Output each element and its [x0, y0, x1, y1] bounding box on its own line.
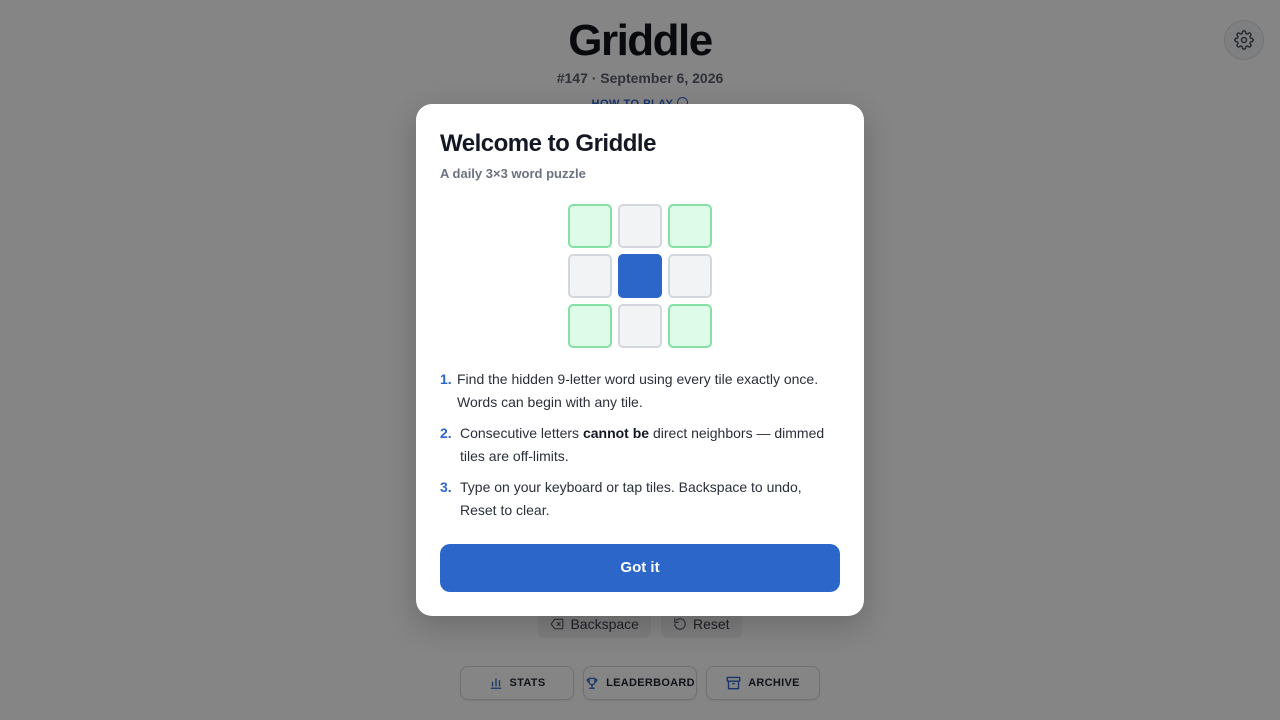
- welcome-modal: Welcome to Griddle A daily 3×3 word puzz…: [416, 104, 864, 616]
- instruction-item: 3. Type on your keyboard or tap tiles. B…: [440, 476, 840, 522]
- example-tile-available: [668, 204, 712, 248]
- instruction-item: 2. Consecutive letters cannot be direct …: [440, 422, 840, 468]
- example-tile-dimmed: [668, 254, 712, 298]
- example-tile-available: [568, 204, 612, 248]
- step-text: Find the hidden 9-letter word using ever…: [457, 371, 819, 410]
- step-text: Type on your keyboard or tap tiles. Back…: [460, 479, 802, 518]
- example-tile-dimmed: [618, 204, 662, 248]
- example-tile-available: [568, 304, 612, 348]
- step-number: 2.: [440, 425, 452, 441]
- step-number: 1.: [440, 371, 452, 387]
- got-it-button[interactable]: Got it: [440, 544, 840, 592]
- instructions-list: 1. Find the hidden 9-letter word using e…: [440, 368, 840, 530]
- example-grid: [568, 204, 712, 348]
- modal-title: Welcome to Griddle: [440, 130, 656, 157]
- emphasis-text: cannot be: [582, 425, 650, 441]
- example-tile-available: [668, 304, 712, 348]
- example-tile-selected: [618, 254, 662, 298]
- modal-subtitle: A daily 3×3 word puzzle: [440, 166, 586, 181]
- instruction-item: 1. Find the hidden 9-letter word using e…: [440, 368, 840, 414]
- step-text: Consecutive letters cannot be direct nei…: [460, 425, 825, 464]
- step-number: 3.: [440, 479, 452, 495]
- example-tile-dimmed: [568, 254, 612, 298]
- example-tile-dimmed: [618, 304, 662, 348]
